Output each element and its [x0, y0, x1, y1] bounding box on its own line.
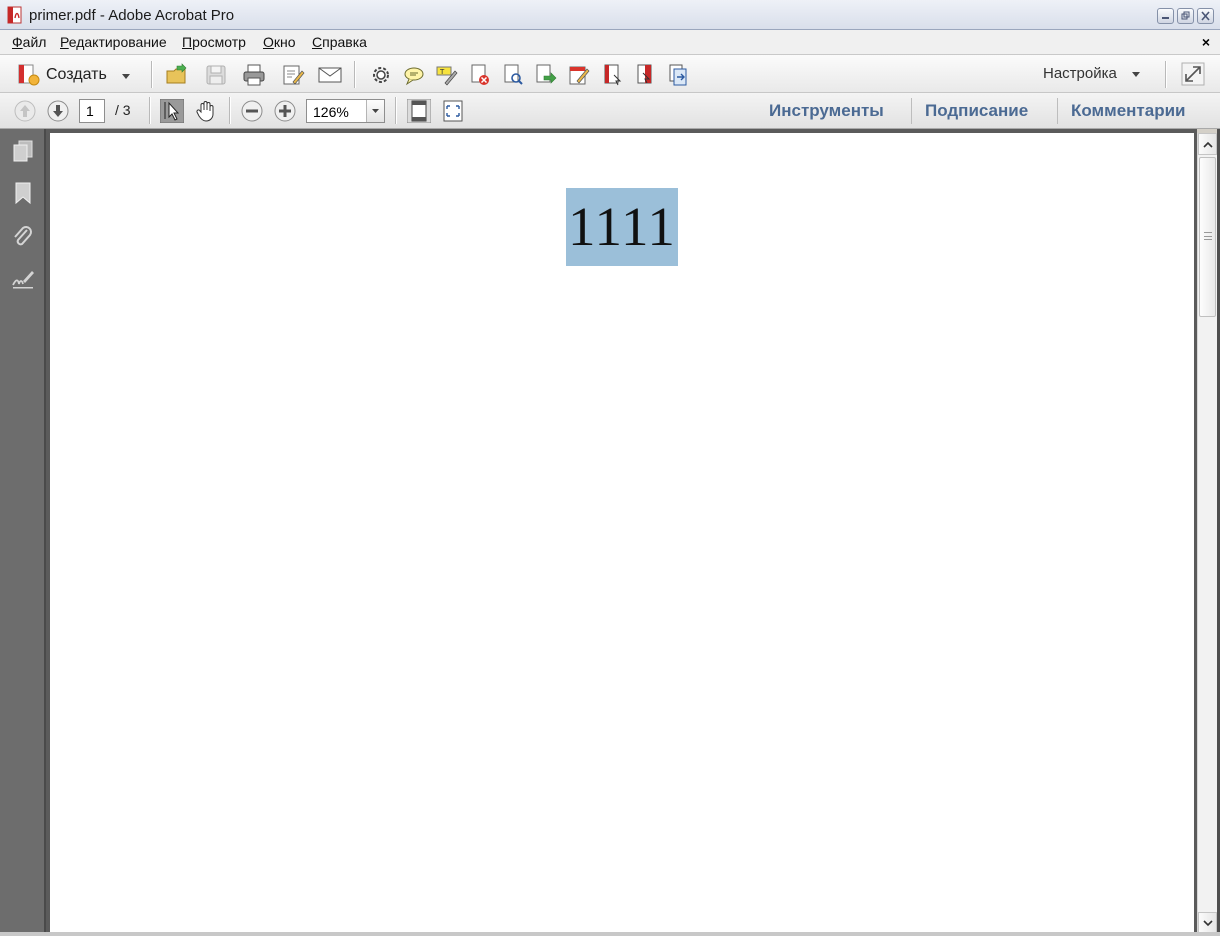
restore-icon — [1181, 11, 1190, 20]
bookmark-icon[interactable] — [11, 181, 35, 205]
highlight-icon[interactable]: T — [435, 63, 459, 87]
create-label: Создать — [46, 66, 107, 83]
insert-page-icon[interactable] — [600, 63, 624, 87]
restore-button[interactable] — [1177, 8, 1194, 24]
toolbar-separator — [229, 97, 230, 124]
replace-page-icon[interactable] — [666, 63, 690, 87]
page-number-input[interactable]: 1 — [79, 99, 105, 123]
main-toolbar: Создать T Настройка — [0, 55, 1220, 93]
zoom-value: 126% — [313, 104, 349, 120]
window-title: primer.pdf - Adobe Acrobat Pro — [29, 7, 235, 24]
zoom-dropdown-button[interactable] — [366, 100, 384, 122]
fit-page-icon[interactable] — [407, 99, 431, 123]
print-icon[interactable] — [242, 63, 266, 87]
chevron-down-icon — [1132, 72, 1140, 77]
gear-icon[interactable] — [369, 63, 393, 87]
close-document-button[interactable]: × — [1202, 34, 1210, 50]
svg-text:T: T — [439, 68, 445, 76]
sign-icon[interactable] — [567, 63, 591, 87]
chevron-down-icon — [1203, 920, 1213, 927]
scroll-up-button[interactable] — [1198, 133, 1217, 155]
previous-page-icon[interactable] — [13, 99, 37, 123]
comment-icon[interactable] — [402, 63, 426, 87]
extract-page-icon[interactable] — [633, 63, 657, 87]
save-icon[interactable] — [204, 63, 228, 87]
attachment-icon[interactable] — [11, 224, 35, 248]
minimize-icon — [1162, 17, 1169, 19]
menu-help[interactable]: Справка — [312, 34, 367, 50]
hand-tool-icon[interactable] — [194, 99, 218, 123]
edit-icon[interactable] — [281, 63, 305, 87]
open-folder-icon[interactable] — [165, 63, 189, 87]
minimize-button[interactable] — [1157, 8, 1174, 24]
select-tool-icon[interactable] — [160, 99, 184, 123]
title-bar: primer.pdf - Adobe Acrobat Pro — [0, 0, 1220, 30]
scrollbar-grip — [1204, 232, 1212, 240]
scrollbar-thumb[interactable] — [1199, 157, 1216, 317]
export-icon[interactable] — [534, 63, 558, 87]
navigation-panel — [0, 129, 46, 936]
toolbar-separator — [151, 61, 152, 88]
acrobat-pdf-icon — [7, 6, 22, 24]
navigation-toolbar: 1 / 3 126% Инструменты Подписание Коммен — [0, 93, 1220, 129]
create-button[interactable]: Создать — [14, 61, 134, 89]
customize-label: Настройка — [1043, 65, 1117, 82]
toolbar-separator — [354, 61, 355, 88]
pane-separator — [1057, 98, 1058, 124]
menu-file[interactable]: Файл — [12, 34, 46, 50]
zoom-in-icon[interactable] — [273, 99, 297, 123]
menu-window[interactable]: Окно — [263, 34, 296, 50]
toolbar-separator — [1165, 61, 1166, 88]
sign-pane-link[interactable]: Подписание — [925, 101, 1028, 121]
menu-bar: Файл Редактирование Просмотр Окно Справк… — [0, 30, 1220, 55]
window-border — [0, 932, 1220, 936]
selected-page-text[interactable]: 1111 — [566, 188, 678, 266]
delete-page-icon[interactable] — [468, 63, 492, 87]
create-pdf-icon — [18, 64, 40, 86]
menu-view[interactable]: Просмотр — [182, 34, 246, 50]
zoom-out-icon[interactable] — [240, 99, 264, 123]
page-total: / 3 — [115, 102, 131, 118]
chevron-down-icon — [372, 109, 379, 113]
toolbar-separator — [149, 97, 150, 124]
close-icon — [1201, 11, 1210, 21]
zoom-select[interactable]: 126% — [306, 99, 385, 123]
menu-edit[interactable]: Редактирование — [60, 34, 167, 50]
tools-pane-link[interactable]: Инструменты — [769, 101, 884, 121]
find-icon[interactable] — [501, 63, 525, 87]
signature-icon[interactable] — [11, 267, 35, 291]
fit-width-icon[interactable] — [441, 99, 465, 123]
email-icon[interactable] — [318, 63, 342, 87]
next-page-icon[interactable] — [46, 99, 70, 123]
comments-pane-link[interactable]: Комментарии — [1071, 101, 1185, 121]
pages-icon[interactable] — [11, 139, 35, 163]
fullscreen-icon[interactable] — [1181, 62, 1205, 86]
customize-button[interactable]: Настройка — [1043, 65, 1140, 82]
chevron-down-icon — [122, 74, 130, 79]
vertical-scrollbar[interactable] — [1197, 133, 1217, 934]
scroll-down-button[interactable] — [1198, 912, 1217, 934]
pane-separator — [911, 98, 912, 124]
close-button[interactable] — [1197, 8, 1214, 24]
toolbar-separator — [395, 97, 396, 124]
chevron-up-icon — [1203, 141, 1213, 148]
